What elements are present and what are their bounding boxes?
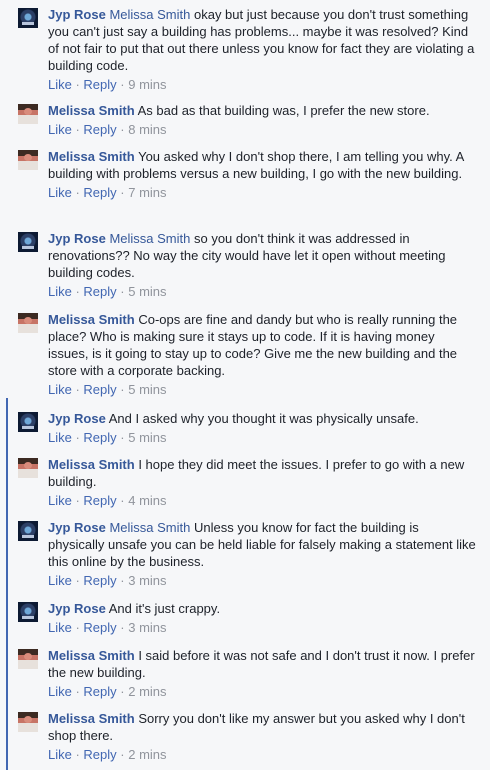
comment-body: Melissa Smith You asked why I don't shop… <box>48 148 478 182</box>
comment-mention[interactable]: Melissa Smith <box>109 7 190 22</box>
melissa-smith-avatar[interactable] <box>18 458 38 478</box>
comment-item: Melissa Smith Sorry you don't like my an… <box>18 710 478 763</box>
comment-actions: Like · Reply · 9 mins <box>48 77 167 92</box>
comment-item: Jyp Rose And it's just crappy. Like · Re… <box>18 600 478 636</box>
comment-text: so you don't think it was addressed in r… <box>48 231 446 280</box>
comment-timestamp[interactable]: 2 mins <box>128 684 166 699</box>
comment-actions: Like · Reply · 2 mins <box>48 747 167 762</box>
comment-body: Jyp Rose Melissa Smith Unless you know f… <box>48 519 478 570</box>
comment-actions: Like · Reply · 2 mins <box>48 684 167 699</box>
comment-body: Melissa Smith As bad as that building wa… <box>48 102 478 119</box>
like-link[interactable]: Like <box>48 573 72 588</box>
comment-author[interactable]: Melissa Smith <box>48 711 135 726</box>
comment-body: Jyp Rose And it's just crappy. <box>48 600 478 617</box>
like-link[interactable]: Like <box>48 77 72 92</box>
comment-item: Jyp Rose Melissa Smith okay but just bec… <box>18 6 478 93</box>
reply-link[interactable]: Reply <box>83 185 116 200</box>
reply-link[interactable]: Reply <box>83 382 116 397</box>
comment-actions: Like · Reply · 8 mins <box>48 122 167 137</box>
comment-author[interactable]: Jyp Rose <box>48 231 106 246</box>
comment-body: Jyp Rose Melissa Smith okay but just bec… <box>48 6 478 74</box>
comment-author[interactable]: Melissa Smith <box>48 312 135 327</box>
comment-actions: Like · Reply · 5 mins <box>48 430 167 445</box>
reply-link[interactable]: Reply <box>83 620 116 635</box>
comment-timestamp[interactable]: 8 mins <box>128 122 166 137</box>
comment-author[interactable]: Jyp Rose <box>48 601 106 616</box>
comment-item: Melissa Smith Co-ops are fine and dandy … <box>18 311 478 398</box>
comment-body: Jyp Rose Melissa Smith so you don't thin… <box>48 230 478 281</box>
jyp-rose-avatar[interactable] <box>18 602 38 622</box>
comment-author[interactable]: Jyp Rose <box>48 411 106 426</box>
comment-item: Melissa Smith I hope they did meet the i… <box>18 456 478 509</box>
melissa-smith-avatar[interactable] <box>18 150 38 170</box>
comment-body: Melissa Smith Co-ops are fine and dandy … <box>48 311 478 379</box>
comment-actions: Like · Reply · 3 mins <box>48 573 167 588</box>
thread-indicator-bar <box>6 398 8 770</box>
comment-item: Melissa Smith I said before it was not s… <box>18 647 478 700</box>
comment-timestamp[interactable]: 7 mins <box>128 185 166 200</box>
comment-item: Melissa Smith As bad as that building wa… <box>18 102 478 138</box>
comment-timestamp[interactable]: 3 mins <box>128 573 166 588</box>
melissa-smith-avatar[interactable] <box>18 649 38 669</box>
comment-actions: Like · Reply · 3 mins <box>48 620 167 635</box>
like-link[interactable]: Like <box>48 185 72 200</box>
comment-item: Jyp Rose And I asked why you thought it … <box>18 410 478 446</box>
melissa-smith-avatar[interactable] <box>18 104 38 124</box>
comment-author[interactable]: Jyp Rose <box>48 520 106 535</box>
comment-text: And it's just crappy. <box>108 601 221 616</box>
melissa-smith-avatar[interactable] <box>18 712 38 732</box>
reply-link[interactable]: Reply <box>83 684 116 699</box>
comment-author[interactable]: Melissa Smith <box>48 648 135 663</box>
comment-mention[interactable]: Melissa Smith <box>109 231 190 246</box>
comment-timestamp[interactable]: 5 mins <box>128 430 166 445</box>
like-link[interactable]: Like <box>48 284 72 299</box>
comment-body: Melissa Smith I hope they did meet the i… <box>48 456 478 490</box>
comment-timestamp[interactable]: 4 mins <box>128 493 166 508</box>
comment-body: Jyp Rose And I asked why you thought it … <box>48 410 478 427</box>
comment-actions: Like · Reply · 5 mins <box>48 382 167 397</box>
comment-timestamp[interactable]: 9 mins <box>128 77 166 92</box>
jyp-rose-avatar[interactable] <box>18 8 38 28</box>
jyp-rose-avatar[interactable] <box>18 521 38 541</box>
reply-link[interactable]: Reply <box>83 747 116 762</box>
comment-text: As bad as that building was, I prefer th… <box>137 103 430 118</box>
jyp-rose-avatar[interactable] <box>18 412 38 432</box>
comment-timestamp[interactable]: 5 mins <box>128 382 166 397</box>
comment-actions: Like · Reply · 4 mins <box>48 493 167 508</box>
comment-text: And I asked why you thought it was physi… <box>108 411 419 426</box>
like-link[interactable]: Like <box>48 684 72 699</box>
comment-mention[interactable]: Melissa Smith <box>109 520 190 535</box>
melissa-smith-avatar[interactable] <box>18 313 38 333</box>
comment-author[interactable]: Melissa Smith <box>48 103 135 118</box>
comment-timestamp[interactable]: 2 mins <box>128 747 166 762</box>
reply-link[interactable]: Reply <box>83 573 116 588</box>
reply-link[interactable]: Reply <box>83 284 116 299</box>
comment-item: Jyp Rose Melissa Smith so you don't thin… <box>18 230 478 300</box>
like-link[interactable]: Like <box>48 493 72 508</box>
reply-link[interactable]: Reply <box>83 122 116 137</box>
comment-author[interactable]: Melissa Smith <box>48 149 135 164</box>
comment-author[interactable]: Melissa Smith <box>48 457 135 472</box>
reply-link[interactable]: Reply <box>83 430 116 445</box>
reply-link[interactable]: Reply <box>83 493 116 508</box>
comment-item: Melissa Smith You asked why I don't shop… <box>18 148 478 201</box>
like-link[interactable]: Like <box>48 430 72 445</box>
reply-link[interactable]: Reply <box>83 77 116 92</box>
like-link[interactable]: Like <box>48 620 72 635</box>
comment-timestamp[interactable]: 3 mins <box>128 620 166 635</box>
like-link[interactable]: Like <box>48 122 72 137</box>
comment-actions: Like · Reply · 7 mins <box>48 185 167 200</box>
comment-actions: Like · Reply · 5 mins <box>48 284 167 299</box>
like-link[interactable]: Like <box>48 382 72 397</box>
comment-author[interactable]: Jyp Rose <box>48 7 106 22</box>
like-link[interactable]: Like <box>48 747 72 762</box>
comment-body: Melissa Smith I said before it was not s… <box>48 647 478 681</box>
comment-timestamp[interactable]: 5 mins <box>128 284 166 299</box>
jyp-rose-avatar[interactable] <box>18 232 38 252</box>
comment-item: Jyp Rose Melissa Smith Unless you know f… <box>18 519 478 589</box>
comment-body: Melissa Smith Sorry you don't like my an… <box>48 710 478 744</box>
